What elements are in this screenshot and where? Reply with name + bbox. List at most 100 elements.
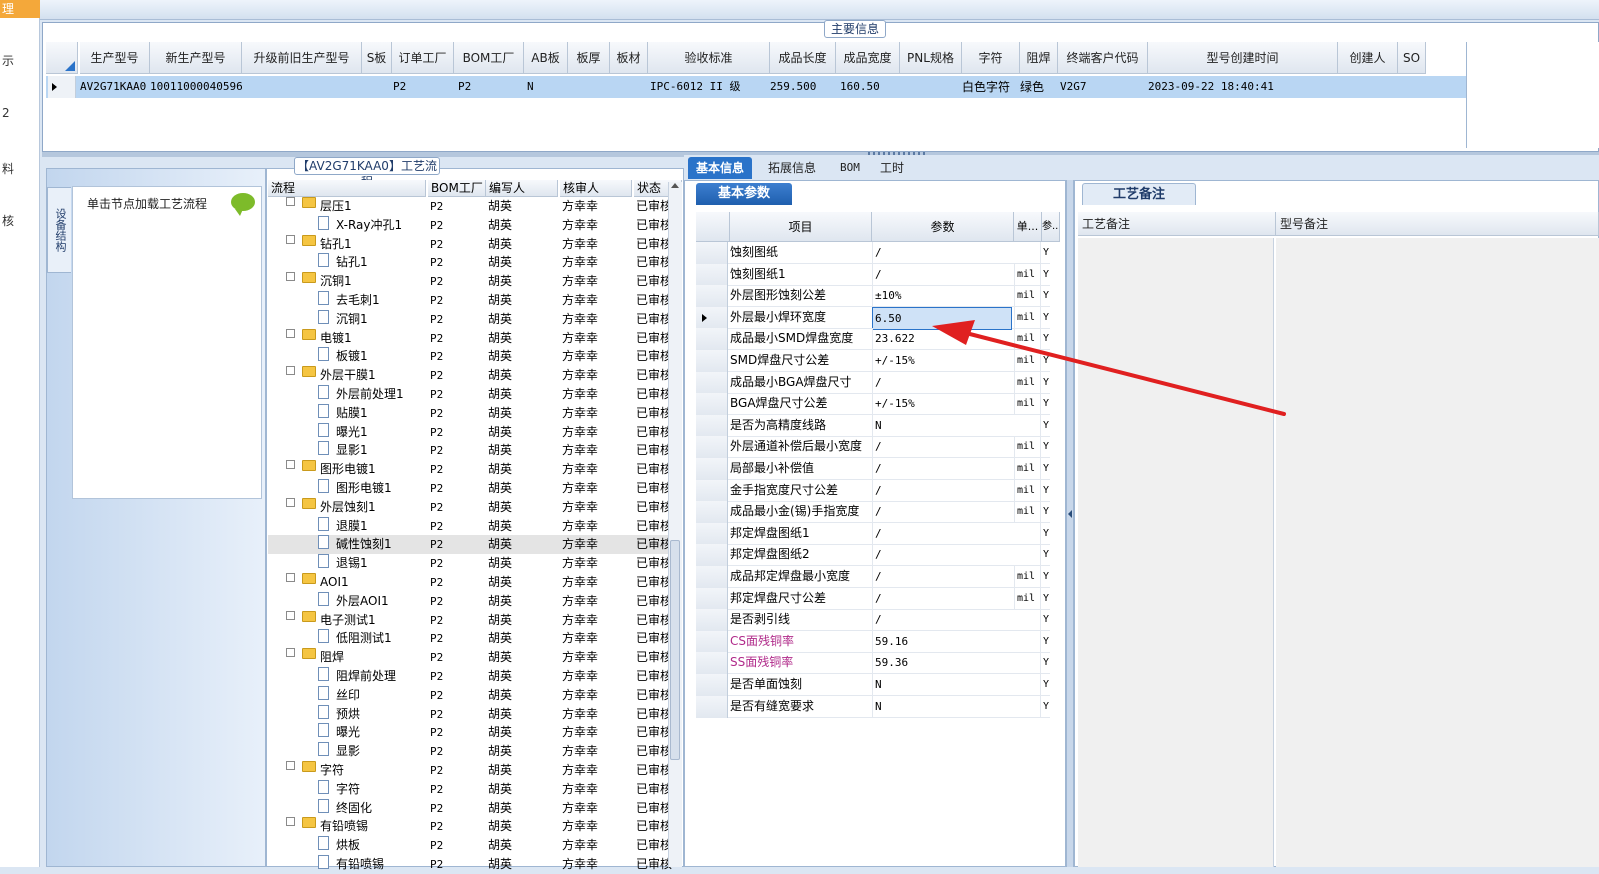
- main-col-header[interactable]: SO: [1398, 42, 1426, 74]
- notes-tab[interactable]: 工艺备注: [1082, 183, 1196, 205]
- main-col-header[interactable]: 新生产型号: [150, 42, 242, 74]
- tree-row[interactable]: −钻孔1P2胡英方幸幸已审核: [268, 234, 678, 254]
- tree-node-label[interactable]: AOI1: [320, 573, 424, 592]
- tree-row[interactable]: −电子测试1P2胡英方幸幸已审核: [268, 610, 678, 630]
- param-value[interactable]: N: [872, 414, 1012, 436]
- tree-node-label[interactable]: 预烘: [336, 705, 424, 724]
- param-value[interactable]: 59.16: [872, 630, 1012, 652]
- scroll-up-icon[interactable]: [671, 183, 679, 188]
- param-row[interactable]: 蚀刻图纸 / Y: [696, 242, 1050, 264]
- param-row-header[interactable]: [696, 350, 728, 372]
- tree-scroll-thumb[interactable]: [670, 540, 680, 760]
- cell-order-factory[interactable]: P2: [393, 76, 433, 98]
- tree-node-label[interactable]: 丝印: [336, 686, 424, 705]
- cell-new-model[interactable]: 10011000040596: [150, 76, 242, 98]
- tab-bom[interactable]: BOM: [832, 157, 868, 179]
- param-row-header[interactable]: [696, 458, 728, 480]
- tree-node-label[interactable]: 外层干膜1: [320, 366, 424, 385]
- params-tab[interactable]: 基本参数: [696, 183, 792, 205]
- collapse-icon[interactable]: −: [286, 272, 295, 282]
- param-row[interactable]: 成品最小BGA焊盘尺寸 / mil Y: [696, 371, 1050, 394]
- tree-row[interactable]: −有铅喷锡P2胡英方幸幸已审核: [268, 817, 678, 836]
- params-notes-splitter[interactable]: [1066, 180, 1074, 867]
- tree-node-label[interactable]: 去毛刺1: [336, 291, 424, 310]
- param-row-header[interactable]: [696, 242, 728, 264]
- tree-row[interactable]: −沉铜1P2胡英方幸幸已审核: [268, 272, 678, 291]
- tree-row[interactable]: 退锡1 P2 胡英 方幸幸 已审核: [268, 554, 678, 573]
- param-row[interactable]: 金手指宽度尺寸公差 / mil Y: [696, 479, 1050, 502]
- tree-row[interactable]: 碱性蚀刻1 P2 胡英 方幸幸 已审核: [268, 535, 678, 555]
- tree-row[interactable]: 曝光1 P2 胡英 方幸幸 已审核: [268, 422, 678, 442]
- param-row[interactable]: 是否有缝宽要求 N Y: [696, 695, 1050, 718]
- left-strip-label[interactable]: 核: [2, 212, 14, 229]
- tree-node-label[interactable]: 层压1: [320, 197, 424, 216]
- nav-hint-box[interactable]: 单击节点加载工艺流程: [72, 186, 262, 499]
- collapse-icon[interactable]: −: [286, 817, 295, 827]
- param-value[interactable]: 59.36: [872, 652, 1012, 674]
- cell-length[interactable]: 259.500: [770, 76, 830, 98]
- param-value[interactable]: N: [872, 695, 1012, 717]
- param-row[interactable]: SMD焊盘尺寸公差 +/-15% mil Y: [696, 350, 1050, 372]
- param-row[interactable]: 邦定焊盘图纸1 / Y: [696, 522, 1050, 545]
- param-value[interactable]: 23.622: [872, 328, 1012, 350]
- main-col-header[interactable]: 板材: [610, 42, 648, 74]
- tree-row[interactable]: 有铅喷锡 P2 胡英 方幸幸 已审核: [268, 855, 678, 874]
- tree-row[interactable]: 低阻测试1 P2 胡英 方幸幸 已审核: [268, 629, 678, 648]
- main-col-header[interactable]: AB板: [524, 42, 568, 74]
- param-row[interactable]: 外层最小焊环宽度 6.50 mil Y: [696, 306, 1050, 330]
- collapse-icon[interactable]: −: [286, 761, 295, 770]
- param-value[interactable]: /: [872, 242, 1012, 263]
- tree-node-label[interactable]: 外层AOI1: [336, 592, 424, 611]
- collapse-icon[interactable]: −: [286, 234, 295, 244]
- param-row-header[interactable]: [696, 414, 728, 437]
- param-row[interactable]: BGA焊盘尺寸公差 +/-15% mil Y: [696, 393, 1050, 416]
- tree-node-label[interactable]: 电子测试1: [320, 611, 424, 630]
- param-row-header[interactable]: [696, 695, 728, 718]
- tree-row[interactable]: 贴膜1 P2 胡英 方幸幸 已审核: [268, 403, 678, 423]
- param-value[interactable]: N: [872, 674, 1012, 695]
- tree-scrollbar[interactable]: [668, 182, 682, 867]
- tree-row[interactable]: 曝光 P2 胡英 方幸幸 已审核: [268, 723, 678, 742]
- tree-row[interactable]: −图形电镀1P2胡英方幸幸已审核: [268, 460, 678, 479]
- model-notes-area[interactable]: [1276, 238, 1599, 867]
- main-col-header[interactable]: 订单工厂: [392, 42, 454, 74]
- main-col-header[interactable]: 型号创建时间: [1148, 42, 1338, 74]
- param-row[interactable]: 外层图形蚀刻公差 ±10% mil Y: [696, 285, 1050, 308]
- param-row[interactable]: 邦定焊盘尺寸公差 / mil Y: [696, 587, 1050, 610]
- tree-row[interactable]: 字符 P2 胡英 方幸幸 已审核: [268, 779, 678, 799]
- collapse-icon[interactable]: −: [286, 197, 295, 206]
- param-row-header[interactable]: [696, 522, 728, 545]
- param-row[interactable]: 邦定焊盘图纸2 / Y: [696, 544, 1050, 567]
- tree-node-label[interactable]: 曝光1: [336, 423, 424, 442]
- param-row[interactable]: 蚀刻图纸1 /mil Y: [696, 263, 1050, 286]
- main-col-header[interactable]: 成品长度: [770, 42, 836, 74]
- param-value[interactable]: /: [872, 479, 1012, 501]
- params-col-flag[interactable]: 参...: [1042, 212, 1060, 242]
- tree-node-label[interactable]: 图形电镀1: [320, 460, 424, 479]
- tree-node-label[interactable]: 图形电镀1: [336, 479, 424, 498]
- cell-prod-model[interactable]: AV2G71KAA0: [80, 76, 150, 98]
- tree-node-label[interactable]: 沉铜1: [336, 310, 424, 329]
- param-value[interactable]: /: [872, 501, 1012, 523]
- param-value[interactable]: +/-15%: [872, 350, 1012, 371]
- param-value[interactable]: /: [872, 609, 1012, 631]
- tree-row[interactable]: 板镀1 P2 胡英 方幸幸 已审核: [268, 347, 678, 366]
- param-row-header[interactable]: [696, 630, 728, 653]
- tree-node-label[interactable]: 外层蚀刻1: [320, 498, 424, 517]
- tree-row[interactable]: −层压1P2胡英方幸幸已审核: [268, 197, 678, 216]
- param-value[interactable]: /: [872, 522, 1012, 544]
- main-col-header[interactable]: BOM工厂: [454, 42, 524, 74]
- tree-col-bom[interactable]: BOM工厂: [428, 180, 486, 197]
- cell-solder-mask[interactable]: 绿色: [1020, 76, 1056, 98]
- main-col-header[interactable]: 终端客户代码: [1058, 42, 1148, 74]
- tree-node-label[interactable]: 沉铜1: [320, 272, 424, 291]
- tree-row[interactable]: −AOI1P2胡英方幸幸已审核: [268, 573, 678, 592]
- tree-col-writer[interactable]: 编写人: [486, 180, 558, 197]
- param-row-header[interactable]: [696, 285, 728, 308]
- tree-col-flow[interactable]: 流程: [268, 180, 426, 197]
- main-col-header[interactable]: 字符: [962, 42, 1020, 74]
- tree-row[interactable]: 显影1 P2 胡英 方幸幸 已审核: [268, 441, 678, 460]
- tree-row[interactable]: X-Ray冲孔1 P2 胡英 方幸幸 已审核: [268, 215, 678, 235]
- tree-node-label[interactable]: 烘板: [336, 836, 424, 855]
- tab-labor-hours[interactable]: 工时: [872, 157, 912, 179]
